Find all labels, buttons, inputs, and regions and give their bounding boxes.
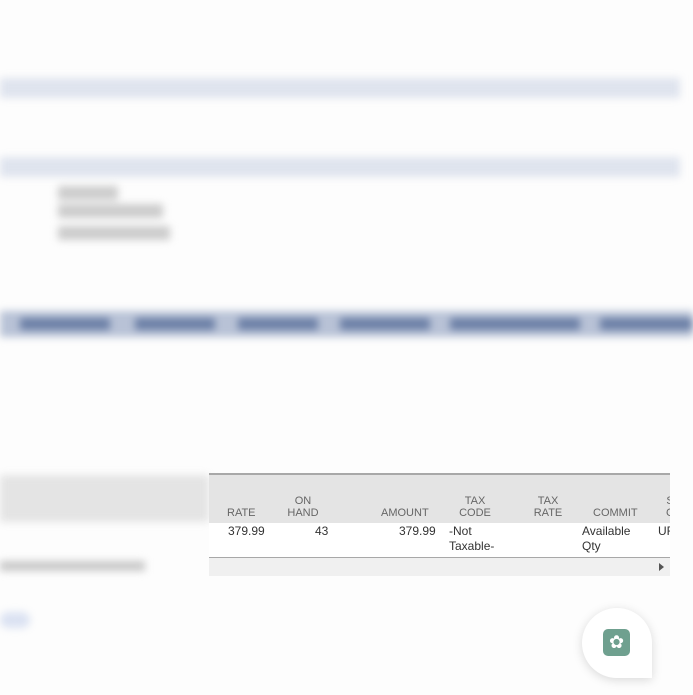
openai-logo-icon: ✿ xyxy=(603,629,630,656)
column-header-on-hand[interactable]: ON HAND xyxy=(287,495,319,519)
column-header-s[interactable]: S C xyxy=(665,495,670,519)
cell-rate[interactable]: 379.99 xyxy=(228,524,265,539)
section-header-band xyxy=(0,78,680,98)
chat-widget-button[interactable]: ✿ xyxy=(582,608,652,678)
horizontal-scrollbar[interactable] xyxy=(0,561,145,571)
cell-tax-code[interactable]: -Not Taxable- xyxy=(449,524,509,554)
column-header-tax-code[interactable]: TAX CODE xyxy=(457,495,493,519)
grid-header: RATE ON HAND AMOUNT TAX CODE TAX RATE CO… xyxy=(209,473,670,523)
line-items-grid: RATE ON HAND AMOUNT TAX CODE TAX RATE CO… xyxy=(209,473,670,576)
cell-on-hand: 43 xyxy=(315,524,329,538)
column-header-tax-rate[interactable]: TAX RATE xyxy=(533,495,563,519)
button-redacted[interactable] xyxy=(0,612,30,628)
cell-s[interactable]: UF xyxy=(658,524,670,539)
cell-commit[interactable]: Available Qty xyxy=(582,524,642,554)
address-block-redacted xyxy=(58,186,170,244)
horizontal-scrollbar[interactable] xyxy=(209,558,670,576)
line-items-frozen-columns-redacted xyxy=(0,475,209,575)
subtab-bar-redacted[interactable] xyxy=(0,311,693,337)
column-header-rate[interactable]: RATE xyxy=(227,507,256,519)
cell-amount[interactable]: 379.99 xyxy=(399,524,436,539)
section-header-band xyxy=(0,157,680,177)
scroll-right-arrow-icon[interactable] xyxy=(659,563,664,571)
column-header-commit[interactable]: COMMIT xyxy=(593,507,638,519)
column-header-amount[interactable]: AMOUNT xyxy=(381,507,429,519)
